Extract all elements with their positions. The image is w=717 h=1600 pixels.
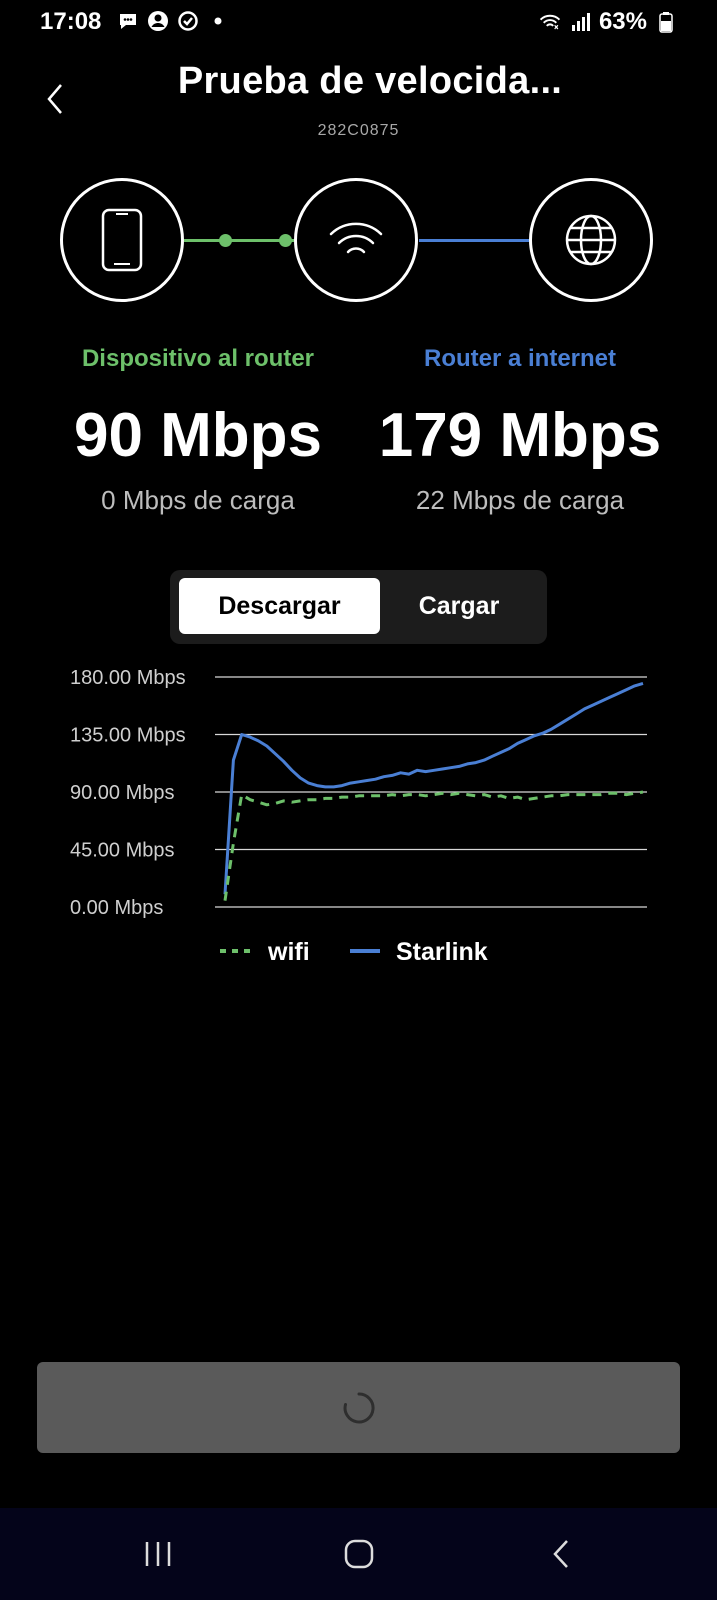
- internet-node: [529, 178, 653, 302]
- status-time: 17:08: [40, 8, 102, 35]
- home-icon: [344, 1539, 374, 1569]
- nav-back-button[interactable]: [531, 1534, 591, 1574]
- speed-chart-svg: 180.00 Mbps 135.00 Mbps 90.00 Mbps 45.00 Mb…: [70, 667, 647, 966]
- internet-upload-speed: 22 Mbps de carga: [415, 485, 625, 515]
- internet-download-speed: 179 Mbps: [378, 401, 662, 470]
- legend-label-starlink: Starlink: [396, 938, 488, 966]
- tab-download[interactable]: Descargar: [179, 578, 380, 634]
- system-icons: 63%: [539, 8, 677, 36]
- back-button[interactable]: [38, 82, 72, 116]
- phone-node: [60, 178, 184, 302]
- series-line-starlink: [223, 681, 644, 895]
- speed-chart: 180.00 Mbps 135.00 Mbps 90.00 Mbps 45.00 Mb…: [0, 650, 717, 990]
- header: Prueba de velocida... 282C0875: [0, 48, 717, 148]
- y-tick-label: 0.00 Mbps: [70, 897, 163, 919]
- y-tick-label: 180.00 Mbps: [70, 667, 186, 689]
- direction-toggle: Descargar Cargar: [170, 570, 547, 644]
- globe-icon: [565, 214, 617, 266]
- device-stats: Dispositivo al router 90 Mbps 0 Mbps de …: [48, 345, 348, 516]
- back-icon: [553, 1540, 568, 1568]
- y-tick-label: 135.00 Mbps: [70, 725, 186, 747]
- chevron-left-icon: [47, 84, 62, 114]
- dot-icon: [207, 10, 229, 32]
- device-id: 282C0875: [317, 122, 400, 139]
- sync-icon: [177, 10, 199, 32]
- battery-icon: [655, 11, 677, 33]
- connection-diagram: [0, 172, 717, 308]
- loading-spinner-icon: [343, 1391, 375, 1423]
- wifi-icon: [539, 11, 561, 33]
- tab-upload[interactable]: Cargar: [380, 578, 538, 634]
- signal-icon: [569, 11, 591, 33]
- device-label: Dispositivo al router: [81, 345, 315, 372]
- router-node: [294, 178, 418, 302]
- system-nav-bar: [0, 1508, 717, 1600]
- test-action-button[interactable]: [37, 1362, 680, 1453]
- nav-recents-button[interactable]: [128, 1534, 188, 1574]
- device-router-link: [184, 239, 294, 242]
- nav-home-button[interactable]: [329, 1534, 389, 1574]
- internet-label: Router a internet: [423, 345, 617, 372]
- device-download-speed: 90 Mbps: [73, 401, 323, 470]
- router-internet-link: [419, 239, 529, 242]
- y-tick-label: 90.00 Mbps: [70, 782, 175, 804]
- legend-label-wifi: wifi: [267, 938, 310, 966]
- message-bubble-icon: [117, 10, 139, 32]
- status-bar: 17:08 63%: [0, 0, 717, 48]
- account-icon: [147, 10, 169, 32]
- link-dot: [219, 234, 232, 247]
- series-line-wifi: [223, 790, 644, 901]
- page-title: Prueba de velocida...: [177, 60, 563, 102]
- y-tick-label: 45.00 Mbps: [70, 840, 175, 862]
- phone-icon: [101, 208, 143, 272]
- recents-icon: [145, 1542, 171, 1566]
- wifi-icon: [329, 222, 383, 254]
- internet-stats: Router a internet 179 Mbps 22 Mbps de ca…: [370, 345, 670, 516]
- device-upload-speed: 0 Mbps de carga: [101, 485, 295, 515]
- link-dot: [279, 234, 292, 247]
- battery-percent: 63%: [598, 8, 647, 35]
- notification-icons: [117, 10, 229, 32]
